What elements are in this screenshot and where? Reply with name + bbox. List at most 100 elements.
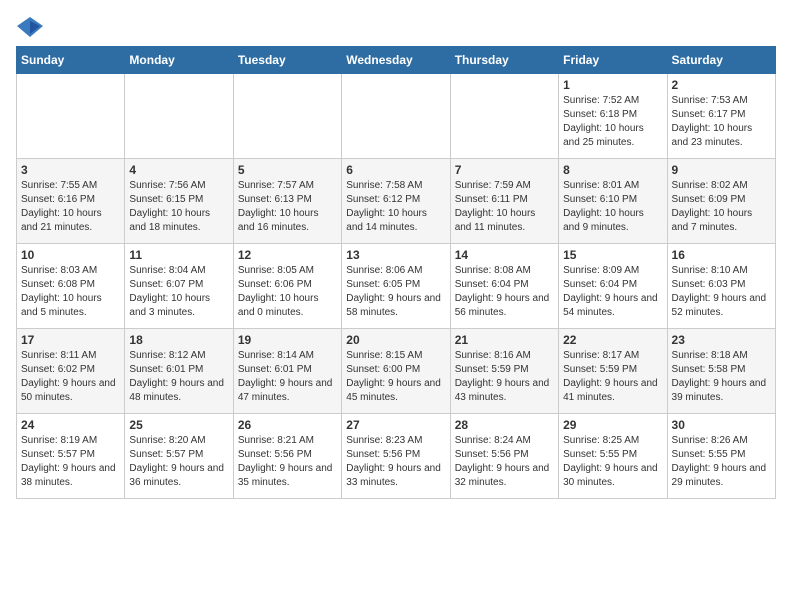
day-info: Sunrise: 7:56 AM Sunset: 6:15 PM Dayligh… xyxy=(129,179,228,235)
day-number: 10 xyxy=(21,248,120,262)
day-number: 18 xyxy=(129,333,228,347)
day-info: Sunrise: 8:09 AM Sunset: 6:04 PM Dayligh… xyxy=(563,264,662,320)
day-info: Sunrise: 8:17 AM Sunset: 5:59 PM Dayligh… xyxy=(563,349,662,405)
day-number: 11 xyxy=(129,248,228,262)
day-number: 29 xyxy=(563,418,662,432)
calendar-cell: 9 Sunrise: 8:02 AM Sunset: 6:09 PM Daylig… xyxy=(667,159,775,244)
calendar-cell: 7 Sunrise: 7:59 AM Sunset: 6:11 PM Daylig… xyxy=(450,159,558,244)
logo xyxy=(16,16,48,38)
day-number: 3 xyxy=(21,163,120,177)
day-info: Sunrise: 8:01 AM Sunset: 6:10 PM Dayligh… xyxy=(563,179,662,235)
calendar-week-5: 24 Sunrise: 8:19 AM Sunset: 5:57 PM Dayli… xyxy=(17,414,776,499)
day-number: 22 xyxy=(563,333,662,347)
calendar-cell xyxy=(233,74,341,159)
day-info: Sunrise: 8:04 AM Sunset: 6:07 PM Dayligh… xyxy=(129,264,228,320)
calendar-cell: 18 Sunrise: 8:12 AM Sunset: 6:01 PM Dayli… xyxy=(125,329,233,414)
calendar-cell: 23 Sunrise: 8:18 AM Sunset: 5:58 PM Dayli… xyxy=(667,329,775,414)
day-header-saturday: Saturday xyxy=(667,47,775,74)
day-number: 24 xyxy=(21,418,120,432)
day-header-thursday: Thursday xyxy=(450,47,558,74)
day-info: Sunrise: 8:23 AM Sunset: 5:56 PM Dayligh… xyxy=(346,434,445,490)
calendar-cell: 19Sunrise: 8:14 AM Sunset: 6:01 PM Dayli… xyxy=(233,329,341,414)
calendar-cell: 6 Sunrise: 7:58 AM Sunset: 6:12 PM Daylig… xyxy=(342,159,450,244)
calendar-cell xyxy=(450,74,558,159)
calendar-week-2: 3 Sunrise: 7:55 AM Sunset: 6:16 PM Daylig… xyxy=(17,159,776,244)
day-number: 2 xyxy=(672,78,771,92)
day-info: Sunrise: 8:25 AM Sunset: 5:55 PM Dayligh… xyxy=(563,434,662,490)
day-number: 19 xyxy=(238,333,337,347)
day-number: 8 xyxy=(563,163,662,177)
calendar-cell xyxy=(342,74,450,159)
calendar-cell: 11 Sunrise: 8:04 AM Sunset: 6:07 PM Dayli… xyxy=(125,244,233,329)
day-info: Sunrise: 7:53 AM Sunset: 6:17 PM Dayligh… xyxy=(672,94,771,150)
day-number: 9 xyxy=(672,163,771,177)
day-header-tuesday: Tuesday xyxy=(233,47,341,74)
calendar-cell xyxy=(125,74,233,159)
day-info: Sunrise: 7:59 AM Sunset: 6:11 PM Dayligh… xyxy=(455,179,554,235)
day-number: 4 xyxy=(129,163,228,177)
day-info: Sunrise: 8:11 AM Sunset: 6:02 PM Dayligh… xyxy=(21,349,120,405)
day-info: Sunrise: 8:08 AM Sunset: 6:04 PM Dayligh… xyxy=(455,264,554,320)
calendar-week-3: 10 Sunrise: 8:03 AM Sunset: 6:08 PM Dayli… xyxy=(17,244,776,329)
generalblue-icon xyxy=(16,16,44,38)
calendar-body: 1 Sunrise: 7:52 AM Sunset: 6:18 PM Daylig… xyxy=(17,74,776,499)
calendar-cell: 12 Sunrise: 8:05 AM Sunset: 6:06 PM Dayli… xyxy=(233,244,341,329)
calendar-cell: 26 Sunrise: 8:21 AM Sunset: 5:56 PM Dayli… xyxy=(233,414,341,499)
calendar-cell: 4 Sunrise: 7:56 AM Sunset: 6:15 PM Daylig… xyxy=(125,159,233,244)
calendar-cell: 22 Sunrise: 8:17 AM Sunset: 5:59 PM Dayli… xyxy=(559,329,667,414)
calendar-week-4: 17 Sunrise: 8:11 AM Sunset: 6:02 PM Dayli… xyxy=(17,329,776,414)
calendar-cell: 29 Sunrise: 8:25 AM Sunset: 5:55 PM Dayli… xyxy=(559,414,667,499)
day-info: Sunrise: 8:16 AM Sunset: 5:59 PM Dayligh… xyxy=(455,349,554,405)
calendar-cell: 15 Sunrise: 8:09 AM Sunset: 6:04 PM Dayli… xyxy=(559,244,667,329)
day-number: 27 xyxy=(346,418,445,432)
day-number: 28 xyxy=(455,418,554,432)
calendar-cell: 3 Sunrise: 7:55 AM Sunset: 6:16 PM Daylig… xyxy=(17,159,125,244)
day-number: 14 xyxy=(455,248,554,262)
day-info: Sunrise: 8:15 AM Sunset: 6:00 PM Dayligh… xyxy=(346,349,445,405)
day-info: Sunrise: 8:02 AM Sunset: 6:09 PM Dayligh… xyxy=(672,179,771,235)
day-info: Sunrise: 8:21 AM Sunset: 5:56 PM Dayligh… xyxy=(238,434,337,490)
day-info: Sunrise: 8:20 AM Sunset: 5:57 PM Dayligh… xyxy=(129,434,228,490)
day-info: Sunrise: 8:06 AM Sunset: 6:05 PM Dayligh… xyxy=(346,264,445,320)
calendar-cell: 14 Sunrise: 8:08 AM Sunset: 6:04 PM Dayli… xyxy=(450,244,558,329)
calendar-cell: 28 Sunrise: 8:24 AM Sunset: 5:56 PM Dayli… xyxy=(450,414,558,499)
day-header-wednesday: Wednesday xyxy=(342,47,450,74)
day-info: Sunrise: 8:05 AM Sunset: 6:06 PM Dayligh… xyxy=(238,264,337,320)
day-info: Sunrise: 8:03 AM Sunset: 6:08 PM Dayligh… xyxy=(21,264,120,320)
calendar-cell: 8 Sunrise: 8:01 AM Sunset: 6:10 PM Daylig… xyxy=(559,159,667,244)
day-header-sunday: Sunday xyxy=(17,47,125,74)
day-info: Sunrise: 8:19 AM Sunset: 5:57 PM Dayligh… xyxy=(21,434,120,490)
calendar-cell: 24 Sunrise: 8:19 AM Sunset: 5:57 PM Dayli… xyxy=(17,414,125,499)
day-info: Sunrise: 8:26 AM Sunset: 5:55 PM Dayligh… xyxy=(672,434,771,490)
day-number: 15 xyxy=(563,248,662,262)
calendar-table: SundayMondayTuesdayWednesdayThursdayFrid… xyxy=(16,46,776,499)
calendar-cell: 20Sunrise: 8:15 AM Sunset: 6:00 PM Dayli… xyxy=(342,329,450,414)
day-info: Sunrise: 7:58 AM Sunset: 6:12 PM Dayligh… xyxy=(346,179,445,235)
calendar-cell: 1 Sunrise: 7:52 AM Sunset: 6:18 PM Daylig… xyxy=(559,74,667,159)
calendar-cell: 13 Sunrise: 8:06 AM Sunset: 6:05 PM Dayli… xyxy=(342,244,450,329)
day-number: 25 xyxy=(129,418,228,432)
calendar-cell: 16Sunrise: 8:10 AM Sunset: 6:03 PM Dayli… xyxy=(667,244,775,329)
calendar-cell: 30Sunrise: 8:26 AM Sunset: 5:55 PM Dayli… xyxy=(667,414,775,499)
day-number: 21 xyxy=(455,333,554,347)
header xyxy=(16,16,776,38)
day-number: 26 xyxy=(238,418,337,432)
day-number: 6 xyxy=(346,163,445,177)
day-number: 1 xyxy=(563,78,662,92)
day-info: Sunrise: 8:12 AM Sunset: 6:01 PM Dayligh… xyxy=(129,349,228,405)
day-info: Sunrise: 8:24 AM Sunset: 5:56 PM Dayligh… xyxy=(455,434,554,490)
calendar-cell: 10 Sunrise: 8:03 AM Sunset: 6:08 PM Dayli… xyxy=(17,244,125,329)
calendar-cell: 5Sunrise: 7:57 AM Sunset: 6:13 PM Daylig… xyxy=(233,159,341,244)
day-number: 16 xyxy=(672,248,771,262)
day-number: 12 xyxy=(238,248,337,262)
day-info: Sunrise: 7:52 AM Sunset: 6:18 PM Dayligh… xyxy=(563,94,662,150)
calendar-cell xyxy=(17,74,125,159)
day-number: 7 xyxy=(455,163,554,177)
day-number: 13 xyxy=(346,248,445,262)
day-header-monday: Monday xyxy=(125,47,233,74)
day-number: 23 xyxy=(672,333,771,347)
day-number: 17 xyxy=(21,333,120,347)
day-info: Sunrise: 7:55 AM Sunset: 6:16 PM Dayligh… xyxy=(21,179,120,235)
day-info: Sunrise: 8:18 AM Sunset: 5:58 PM Dayligh… xyxy=(672,349,771,405)
day-number: 5 xyxy=(238,163,337,177)
